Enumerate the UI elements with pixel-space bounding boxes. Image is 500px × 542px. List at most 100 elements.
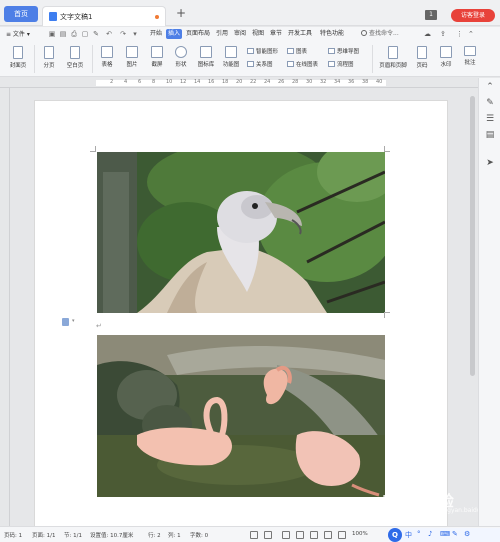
smart-shape-button[interactable]: 智能图形 xyxy=(247,47,278,55)
smart-shape-icon xyxy=(247,48,254,54)
ruler-tick-label: 22 xyxy=(250,79,257,85)
ime-mode-chinese[interactable]: 中 xyxy=(405,530,412,540)
file-menu[interactable]: ≡ 文件 ▾ xyxy=(6,29,30,38)
ime-voice-icon[interactable]: ♪ xyxy=(428,530,432,538)
format-painter-icon[interactable]: ✎ xyxy=(92,30,100,38)
page-number-button[interactable]: 页码 xyxy=(412,46,432,69)
style-pane-icon[interactable]: ✎ xyxy=(485,98,495,108)
more-icon[interactable]: ⋮ xyxy=(456,30,463,38)
online-chart-button[interactable]: 在线图表 xyxy=(287,60,318,68)
status-row: 行: 2 xyxy=(148,533,161,539)
picture-button[interactable]: 图片 xyxy=(121,46,143,68)
vertical-ruler[interactable] xyxy=(0,88,10,526)
open-icon[interactable]: ▤ xyxy=(59,30,67,38)
page-break-button[interactable]: 分页 xyxy=(38,46,60,69)
smart-shape-label: 智能图形 xyxy=(256,49,279,55)
table-button[interactable]: 表格 xyxy=(96,46,118,68)
vulture-photo[interactable] xyxy=(97,152,385,313)
share-icon[interactable]: ⇪ xyxy=(440,30,446,38)
doc-check-icon[interactable] xyxy=(264,531,272,539)
ime-punctuation-icon[interactable]: ° xyxy=(417,530,421,538)
page-break-icon xyxy=(44,46,54,59)
eye-protect-icon[interactable] xyxy=(338,531,346,539)
window-count-badge[interactable]: 1 xyxy=(425,10,437,20)
icon-library-button[interactable]: 图标库 xyxy=(194,46,218,68)
tab-start[interactable]: 开始 xyxy=(148,29,164,39)
new-tab-button[interactable]: + xyxy=(174,6,188,20)
format-pane-icon[interactable]: ▤ xyxy=(485,130,495,140)
relation-chart-label: 关系图 xyxy=(256,62,273,68)
status-word-count[interactable]: 字数: 0 xyxy=(190,531,208,539)
flamingo-photo[interactable] xyxy=(97,335,385,497)
status-page[interactable]: 页码: 1 xyxy=(4,531,22,539)
chart-button[interactable]: 图表 xyxy=(287,47,307,55)
mind-map-button[interactable]: 思维导图 xyxy=(328,47,359,55)
tab-review[interactable]: 审阅 xyxy=(232,29,248,39)
ime-logo-icon[interactable]: Q xyxy=(388,528,402,542)
preview-icon[interactable]: ▢ xyxy=(81,30,89,38)
web-view-icon[interactable] xyxy=(324,531,332,539)
input-method-bar[interactable]: Q 中 ° ♪ ⌨ ✎ ⚙ xyxy=(388,528,500,542)
home-tab[interactable]: 首页 xyxy=(4,6,38,22)
comment-button[interactable]: 批注 xyxy=(460,46,480,66)
watermark-button[interactable]: 水印 xyxy=(436,46,456,68)
tab-page-layout[interactable]: 页面布局 xyxy=(184,29,212,39)
quick-access-dropdown-icon[interactable]: ▾ xyxy=(131,30,139,38)
screenshot-button[interactable]: 截屏 xyxy=(146,46,168,68)
writer-doc-icon xyxy=(49,12,57,21)
ruler-tick-label: 6 xyxy=(138,79,142,85)
select-pane-icon[interactable]: ➤ xyxy=(485,158,495,168)
relation-chart-button[interactable]: 关系图 xyxy=(247,60,273,68)
header-footer-button[interactable]: 页眉和页脚 xyxy=(376,46,410,69)
read-mode-icon[interactable] xyxy=(282,531,290,539)
command-search[interactable]: 查找命令... xyxy=(361,29,419,39)
ribbon-divider xyxy=(34,45,35,73)
ruler-tick-label: 30 xyxy=(306,79,313,85)
flowchart-button[interactable]: 流程图 xyxy=(328,60,354,68)
spellcheck-icon[interactable] xyxy=(250,531,258,539)
ime-keyboard-icon[interactable]: ⌨ xyxy=(440,530,450,538)
tab-developer[interactable]: 开发工具 xyxy=(286,29,314,39)
tab-sections[interactable]: 章节 xyxy=(268,29,284,39)
tab-special-features[interactable]: 特色功能 xyxy=(318,29,346,39)
cover-page-icon xyxy=(13,46,23,59)
undo-icon[interactable]: ↶ xyxy=(105,30,113,38)
paragraph-layout-icon[interactable] xyxy=(62,318,69,326)
screenshot-icon xyxy=(151,46,163,58)
redo-icon[interactable]: ↷ xyxy=(119,30,127,38)
adjust-pane-icon[interactable]: ☰ xyxy=(485,114,495,124)
collapse-ribbon-icon[interactable]: ⌃ xyxy=(468,30,474,38)
page-break-label: 分页 xyxy=(43,63,55,69)
cover-page-button[interactable]: 封面页 xyxy=(6,46,30,69)
function-chart-button[interactable]: 功能图 xyxy=(219,46,243,68)
screenshot-label: 截屏 xyxy=(151,62,163,68)
tab-references[interactable]: 引用 xyxy=(214,29,230,39)
blank-page-button[interactable]: 空白页 xyxy=(63,46,87,69)
collapse-pane-icon[interactable]: ⌃ xyxy=(485,82,495,92)
tab-insert[interactable]: 插入 xyxy=(166,29,183,39)
print-icon[interactable]: ⎙ xyxy=(70,30,78,38)
horizontal-ruler[interactable]: 2 4 6 8 10 12 14 16 18 20 22 24 26 28 30 32 34 36 38 40 xyxy=(0,78,478,88)
watermark-icon xyxy=(440,46,452,58)
tab-view[interactable]: 视图 xyxy=(250,29,266,39)
guest-login-button[interactable]: 访客登录 xyxy=(451,9,495,22)
save-icon[interactable]: ▣ xyxy=(48,30,56,38)
comment-icon xyxy=(464,46,476,56)
relation-chart-icon xyxy=(247,61,254,67)
ime-settings-icon[interactable]: ⚙ xyxy=(464,530,470,538)
page-number-label: 页码 xyxy=(416,63,428,69)
zoom-level[interactable]: 100% xyxy=(352,531,368,537)
command-search-label: 查找命令... xyxy=(369,30,399,37)
paragraph-layout-dropdown-icon[interactable]: ▾ xyxy=(72,318,75,324)
ime-handwrite-icon[interactable]: ✎ xyxy=(452,530,458,538)
ruler-tick-label: 2 xyxy=(110,79,114,85)
flowchart-label: 流程图 xyxy=(337,62,354,68)
outline-view-icon[interactable] xyxy=(310,531,318,539)
cloud-icon[interactable]: ☁ xyxy=(424,30,431,38)
shape-button[interactable]: 形状 xyxy=(170,46,192,68)
vertical-scrollbar[interactable] xyxy=(470,96,475,376)
flowchart-icon xyxy=(328,61,335,67)
document-tab[interactable]: 文字文稿1 xyxy=(42,6,166,26)
vulture-image xyxy=(97,152,385,313)
page-view-icon[interactable] xyxy=(296,531,304,539)
